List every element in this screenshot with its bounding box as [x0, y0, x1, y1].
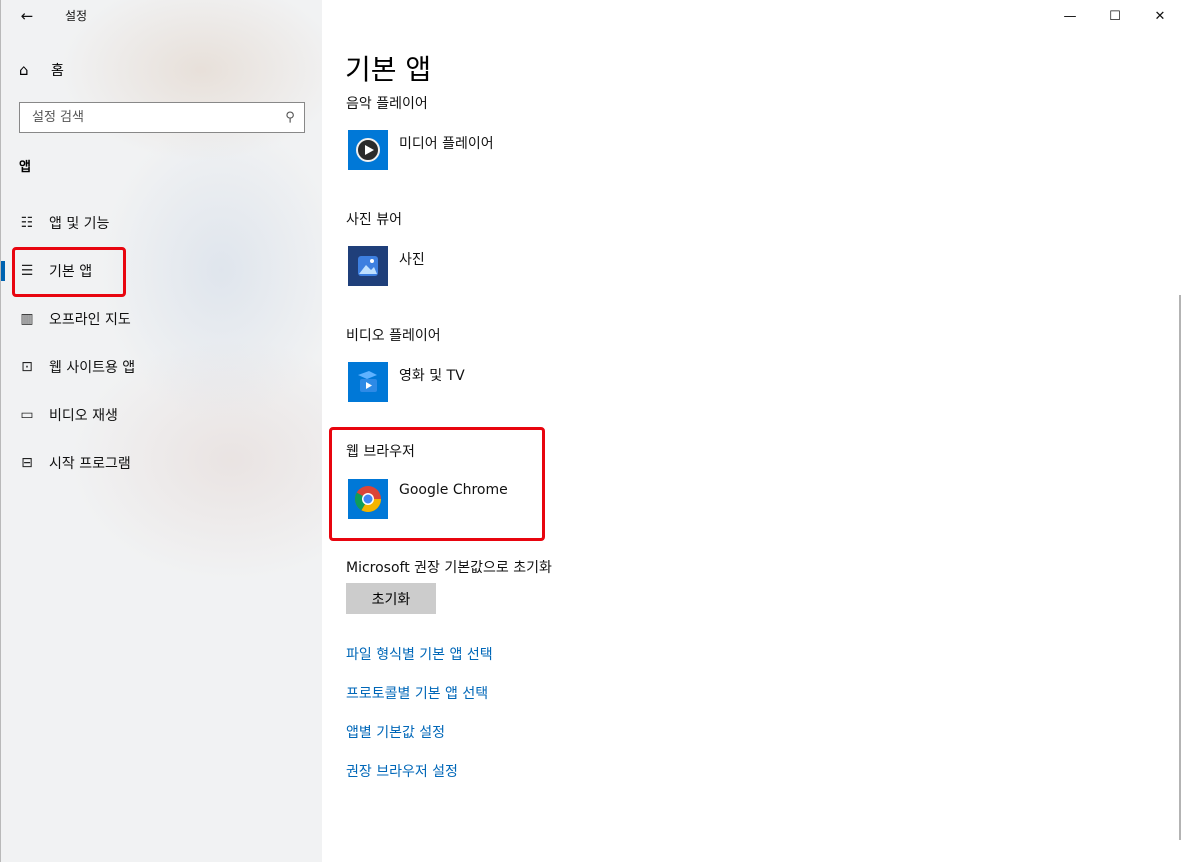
link-choose-by-protocol[interactable]: 프로토콜별 기본 앱 선택: [346, 683, 488, 703]
sidebar-item-label: 웹 사이트용 앱: [49, 360, 136, 376]
main-content: — ☐ ✕ 기본 앱 음악 플레이어 미디어 플레이어 사진 뷰어 사진 비디오…: [322, 0, 1183, 862]
sidebar-item-default-apps[interactable]: ☰ 기본 앱: [1, 251, 323, 291]
category-label-video: 비디오 플레이어: [346, 328, 441, 344]
link-set-defaults-by-app[interactable]: 앱별 기본값 설정: [346, 722, 445, 742]
movies-tv-icon: [348, 362, 388, 402]
startup-icon: ⊟: [21, 455, 33, 471]
sidebar-item-video-playback[interactable]: ▭ 비디오 재생: [1, 395, 323, 435]
app-name: 사진: [399, 252, 425, 268]
default-app-photos[interactable]: 사진: [348, 246, 425, 286]
back-arrow-icon: ←: [20, 7, 34, 25]
default-app-music[interactable]: 미디어 플레이어: [348, 130, 494, 170]
media-player-icon: [348, 130, 388, 170]
home-icon: ⌂: [19, 61, 29, 79]
sidebar-item-offline-maps[interactable]: ▥ 오프라인 지도: [1, 299, 323, 339]
sidebar: ← 설정 ⌂ 홈 ⚲ 앱 ☷ 앱 및 기능 ☰ 기본 앱 ▥ 오프라인 지도 ⊡…: [0, 0, 322, 862]
home-label: 홈: [51, 63, 64, 79]
sidebar-item-label: 시작 프로그램: [49, 456, 131, 472]
sidebar-item-apps-features[interactable]: ☷ 앱 및 기능: [1, 203, 323, 243]
settings-search-box[interactable]: ⚲: [19, 102, 305, 133]
page-title: 기본 앱: [345, 53, 432, 86]
minimize-button[interactable]: —: [1047, 0, 1093, 32]
photos-icon: [348, 246, 388, 286]
search-icon[interactable]: ⚲: [282, 109, 298, 125]
sidebar-item-label: 앱 및 기능: [49, 216, 110, 232]
reset-description: Microsoft 권장 기본값으로 초기화: [346, 560, 552, 576]
link-choose-by-file-type[interactable]: 파일 형식별 기본 앱 선택: [346, 644, 493, 664]
map-icon: ▥: [20, 311, 34, 327]
window-title: 설정: [65, 9, 88, 23]
close-icon: ✕: [1154, 8, 1166, 24]
default-app-video[interactable]: 영화 및 TV: [348, 362, 465, 402]
category-label-photos: 사진 뷰어: [346, 212, 402, 228]
home-link[interactable]: ⌂ 홈: [19, 60, 64, 80]
default-apps-icon: ☰: [20, 263, 34, 279]
scrollbar[interactable]: [1179, 295, 1181, 840]
reset-button[interactable]: 초기화: [346, 583, 436, 614]
app-name: 영화 및 TV: [399, 368, 465, 384]
video-icon: ▭: [20, 407, 34, 423]
chrome-icon: [348, 479, 388, 519]
sidebar-item-startup[interactable]: ⊟ 시작 프로그램: [1, 443, 323, 483]
category-label-browser: 웹 브라우저: [346, 444, 415, 460]
sidebar-item-label: 기본 앱: [49, 264, 93, 280]
maximize-button[interactable]: ☐: [1092, 0, 1138, 32]
website-app-icon: ⊡: [21, 359, 33, 375]
default-app-browser[interactable]: Google Chrome: [348, 479, 508, 519]
search-input[interactable]: [30, 109, 274, 126]
app-name: 미디어 플레이어: [399, 136, 494, 152]
back-button[interactable]: ←: [11, 2, 43, 30]
category-label-music: 음악 플레이어: [346, 96, 428, 112]
sidebar-item-apps-for-websites[interactable]: ⊡ 웹 사이트용 앱: [1, 347, 323, 387]
sidebar-item-label: 오프라인 지도: [49, 312, 131, 328]
app-name: Google Chrome: [399, 482, 508, 498]
link-recommended-browser-settings[interactable]: 권장 브라우저 설정: [346, 761, 458, 781]
list-icon: ☷: [20, 215, 34, 231]
section-heading: 앱: [19, 160, 31, 175]
close-button[interactable]: ✕: [1137, 0, 1183, 32]
minimize-icon: —: [1063, 8, 1077, 24]
maximize-icon: ☐: [1109, 8, 1121, 24]
sidebar-item-label: 비디오 재생: [49, 408, 118, 424]
